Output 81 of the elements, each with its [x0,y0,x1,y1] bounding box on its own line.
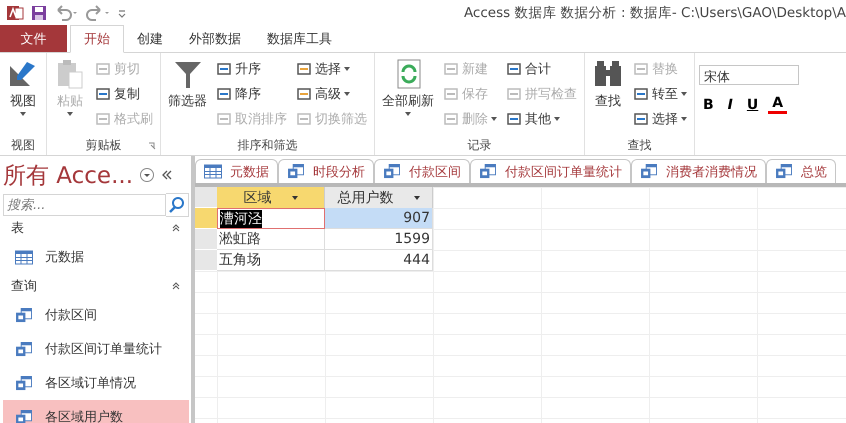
ribbon-tab[interactable]: 文件 [0,25,67,52]
caret-icon [67,112,73,116]
ribbon-tab[interactable]: 创建 [124,25,176,52]
collapse-chevron-icon[interactable] [171,281,181,291]
table-cell: 1599 [325,229,433,250]
caret-icon [405,112,411,116]
dialog-launcher-icon[interactable] [148,142,156,150]
ribbon-button[interactable]: 高级 [293,81,370,106]
caret-icon [681,92,687,96]
query-icon [287,164,305,179]
navigation-item[interactable]: 付款区间订单量统计 [3,332,189,366]
table-cell: 淞虹路 [217,229,325,250]
ribbon-button[interactable]: 查找 [589,56,627,112]
query-icon [15,342,33,356]
document-tab[interactable]: 总览 [766,159,836,183]
section-header: 查询 [11,278,37,295]
ribbon-button[interactable]: 选择 [630,106,690,131]
format-button[interactable]: B [699,95,718,114]
caret-icon [554,116,560,120]
group-label: 视图 [11,136,35,154]
query-icon [383,164,401,179]
caret-icon [344,92,350,96]
document-tab[interactable]: 时段分析 [278,159,374,183]
table-cell: 五角场 [217,250,325,271]
caret-icon [681,116,687,120]
caret-icon [344,66,350,70]
query-icon [640,164,658,179]
font-name-field[interactable]: 宋体 [699,65,799,85]
section-header: 表 [11,220,24,237]
format-button[interactable]: U [742,95,762,114]
navigation-item[interactable]: 各区域订单情况 [3,366,189,400]
caret-icon [491,116,497,120]
group-label: 剪贴板 [86,136,122,154]
ribbon-button[interactable]: 全部刷新 [379,56,437,118]
group-label: 记录 [468,136,492,154]
query-icon [479,164,497,179]
collapse-chevron-icon[interactable] [171,223,181,233]
ribbon-button[interactable]: 视图 [4,56,42,118]
ribbon-tab[interactable]: 外部数据 [176,25,254,52]
save-icon[interactable] [30,4,48,22]
ribbon-tab[interactable]: 数据库工具 [254,25,345,52]
search-field[interactable]: 搜索... [3,194,166,216]
dropdown-arrow-icon[interactable] [414,196,420,200]
ribbon-button[interactable]: 筛选器 [165,56,210,112]
dropdown-arrow-icon[interactable] [292,196,298,200]
table-cell: 907 [325,208,433,229]
window-title: Access 数据库 数据分析 : 数据库- C:\Users\GAO\Desktop\A [464,4,846,22]
query-icon [775,164,793,179]
ribbon-button[interactable]: 选择 [293,56,370,81]
query-icon [15,376,33,390]
ribbon-button[interactable]: 其他 [503,106,580,131]
dropdown-icon[interactable] [139,167,156,183]
collapse-icon[interactable] [161,169,174,181]
ribbon-button[interactable]: 转至 [630,81,690,106]
ribbon-button[interactable]: 合计 [503,56,580,81]
column-header[interactable]: 区域 [217,187,325,208]
document-tab[interactable]: 消费者消费情况 [631,159,766,183]
table-cell: 444 [325,250,433,271]
query-icon [15,308,33,322]
caret-icon [20,112,26,116]
navigation-item[interactable]: 元数据 [3,240,189,274]
redo-icon[interactable] [86,4,112,22]
ribbon-tab[interactable]: 开始 [70,25,124,53]
access-logo-icon [6,4,24,22]
format-button[interactable]: I [724,95,737,114]
format-button[interactable]: A [768,95,788,114]
group-label: 查找 [628,136,652,154]
query-icon [15,410,33,423]
document-tab[interactable]: 付款区间 [374,159,470,183]
ribbon-button[interactable]: 复制 [92,81,156,106]
group-label: 排序和筛选 [238,136,298,154]
search-icon[interactable] [166,193,189,217]
column-header[interactable]: 总用户数 [325,187,433,208]
navigation-item[interactable]: 付款区间 [3,298,189,332]
document-tab[interactable]: 元数据 [195,159,278,183]
navigation-item[interactable]: 各区域用户数 [3,400,189,423]
table-cell: 漕河泾 [217,208,325,229]
document-tab[interactable]: 付款区间订单量统计 [470,159,631,183]
ribbon-button[interactable]: 降序 [213,81,290,106]
navigation-pane-title: 所有 Acce... [3,162,134,190]
ribbon-button[interactable]: 升序 [213,56,290,81]
